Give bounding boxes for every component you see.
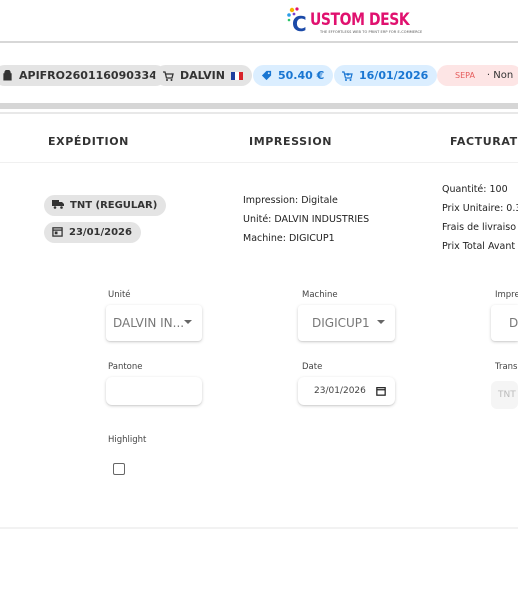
unit-select[interactable]: DALVIN IN... — [106, 305, 202, 341]
carrier-chip[interactable]: TNT (REGULAR) — [44, 195, 167, 216]
top-bar: C USTOM DESK THE EFFORTLESS WEB TO PRINT… — [0, 0, 518, 42]
billing-total: Prix Total Avant — [442, 241, 516, 252]
transport-label: Trans — [495, 362, 518, 372]
chips-divider — [0, 103, 518, 109]
billing-unit-price: Prix Unitaire: 0.3 — [442, 203, 518, 214]
shipping-header: EXPÉDITION — [48, 135, 129, 148]
order-summary-chips: APIFRO260116090334 DALVIN 50.40 € 16/01/… — [0, 55, 518, 95]
order-date: 16/01/2026 — [359, 69, 429, 82]
order-ref: APIFRO260116090334 — [19, 69, 157, 82]
price-chip[interactable]: 50.40 € — [253, 65, 334, 86]
dropdown-arrow-icon — [184, 320, 192, 324]
machine-select[interactable]: DIGICUP1 — [298, 305, 395, 341]
bag-icon — [1, 70, 13, 82]
billing-delivery: Frais de livraiso — [442, 222, 517, 233]
highlight-label: Highlight — [108, 435, 147, 445]
logo-tagline: THE EFFORTLESS WEB TO PRINT ERP FOR E-CO… — [320, 30, 423, 34]
supplier-chip[interactable]: DALVIN — [155, 65, 252, 86]
dropdown-arrow-icon — [377, 320, 385, 324]
payment-chip[interactable]: SEPA · Non — [437, 65, 518, 86]
date-label: Date — [302, 362, 323, 372]
print-select[interactable]: D — [491, 305, 518, 341]
print-type: Impression: Digitale — [243, 195, 338, 206]
calendar-icon — [52, 226, 63, 240]
billing-header: FACTURATIO — [450, 135, 518, 148]
cart-icon — [162, 70, 174, 82]
carrier-name: TNT (REGULAR) — [70, 200, 158, 211]
logo-burst-icon: C — [287, 7, 307, 34]
chips-divider-light — [0, 112, 518, 114]
transport-input[interactable]: TNT — [491, 381, 518, 409]
print-unit: Unité: DALVIN INDUSTRIES — [243, 214, 370, 225]
printing-info: Impression: Digitale Unité: DALVIN INDUS… — [243, 191, 369, 248]
header-divider — [0, 41, 518, 43]
print-machine: Machine: DIGICUP1 — [243, 233, 335, 244]
section-bottom-divider — [0, 527, 518, 529]
ship-date-chip[interactable]: 23/01/2026 — [44, 222, 141, 243]
date-input[interactable]: 23/01/2026 — [298, 377, 395, 405]
payment-status: · Non — [486, 70, 514, 81]
unit-select-value: DALVIN IN... — [113, 316, 185, 330]
svg-text:C: C — [292, 12, 307, 34]
columns-divider — [0, 162, 518, 163]
calendar-icon[interactable] — [376, 386, 386, 399]
machine-label: Machine — [302, 290, 338, 300]
payment-method: SEPA — [455, 71, 475, 80]
print-select-value: D — [509, 316, 518, 330]
printing-header: IMPRESSION — [249, 135, 333, 148]
billing-quantity: Quantité: 100 — [442, 184, 508, 195]
transport-value: TNT — [498, 390, 516, 400]
billing-info: Quantité: 100 Prix Unitaire: 0.3 Frais d… — [442, 180, 518, 256]
price: 50.40 € — [278, 69, 325, 82]
highlight-checkbox[interactable] — [113, 463, 125, 475]
pantone-label: Pantone — [108, 362, 143, 372]
tag-icon — [260, 70, 272, 82]
pantone-input[interactable] — [106, 377, 202, 405]
ship-date: 23/01/2026 — [69, 227, 132, 238]
logo-text: USTOM DESK — [310, 10, 410, 30]
cart-add-icon — [341, 70, 353, 82]
france-flag-icon — [230, 71, 243, 80]
date-value: 23/01/2026 — [314, 386, 366, 396]
unit-label: Unité — [108, 290, 131, 300]
truck-icon — [52, 199, 64, 212]
print-label: Impre — [495, 290, 518, 300]
supplier-name: DALVIN — [180, 69, 225, 82]
order-date-chip[interactable]: 16/01/2026 — [334, 65, 438, 86]
machine-select-value: DIGICUP1 — [312, 316, 370, 330]
order-ref-chip[interactable]: APIFRO260116090334 — [0, 65, 166, 86]
